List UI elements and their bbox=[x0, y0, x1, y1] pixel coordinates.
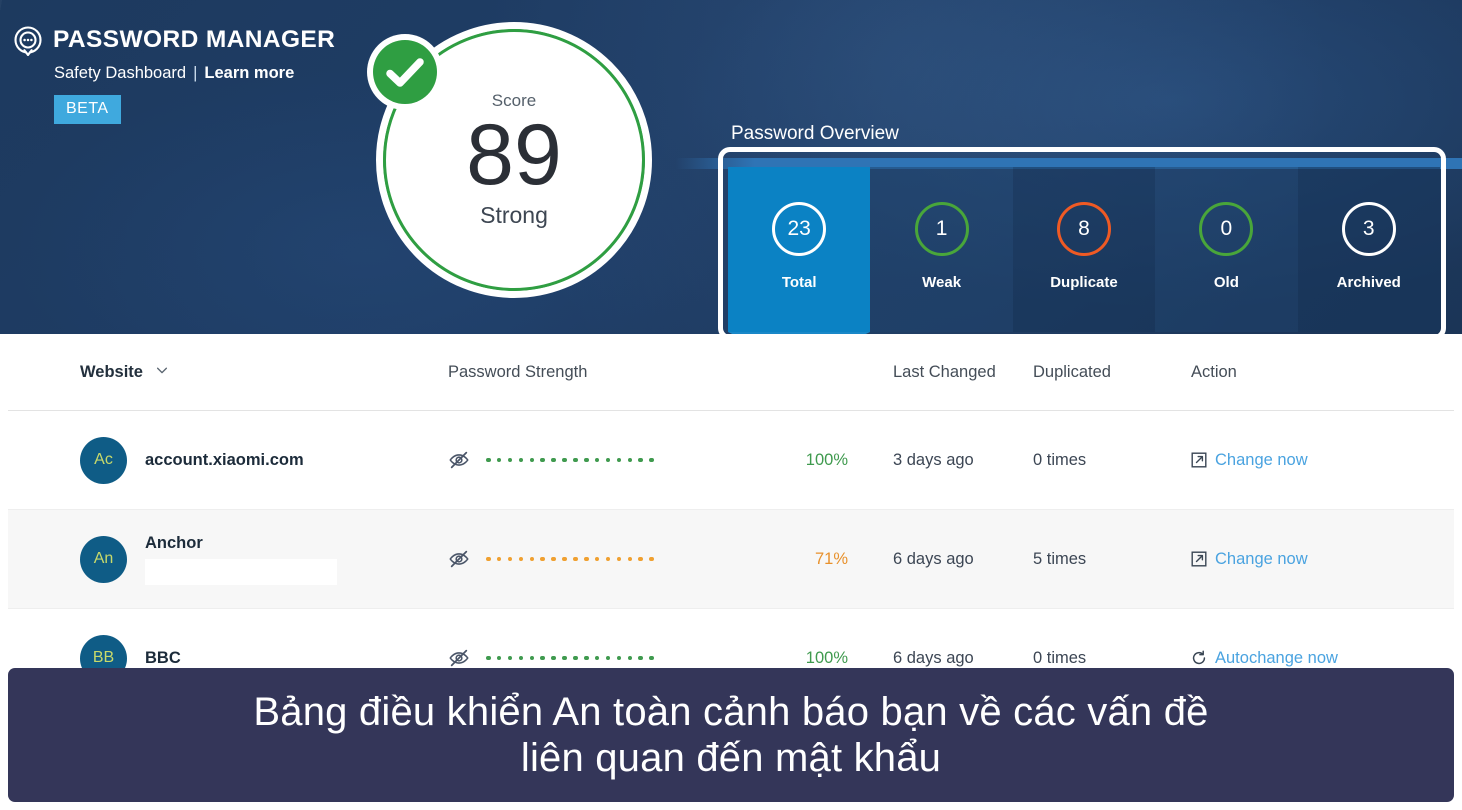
last-changed-value: 6 days ago bbox=[893, 549, 974, 568]
password-mask-dots bbox=[486, 457, 654, 463]
password-overview-tabs: 23 Total 1 Weak 8 Duplicate 0 Old 3 Archived bbox=[728, 167, 1440, 334]
security-score-widget: Score 89 Strong bbox=[367, 22, 652, 298]
cell-strength-percent: 100% bbox=[730, 451, 848, 470]
cell-last-changed: 6 days ago bbox=[848, 550, 1030, 569]
table-row[interactable]: Ac account.xiaomi.com 100% 3 days ago 0 time… bbox=[8, 411, 1454, 510]
password-mask-dots bbox=[486, 556, 654, 562]
cell-last-changed: 6 days ago bbox=[848, 649, 1030, 668]
column-header-duplicated-label: Duplicated bbox=[1033, 362, 1111, 381]
column-header-password-strength: Password Strength bbox=[390, 363, 730, 382]
avatar: An bbox=[80, 535, 127, 583]
refresh-icon bbox=[1191, 650, 1207, 666]
eye-slash-icon[interactable] bbox=[448, 647, 470, 669]
website-name: account.xiaomi.com bbox=[145, 450, 304, 469]
overview-tab-count: 8 bbox=[1056, 202, 1111, 256]
caption-line-2: liên quan đến mật khẩu bbox=[520, 736, 942, 780]
strength-percent: 100% bbox=[805, 648, 848, 667]
action-link-label: Autochange now bbox=[1215, 648, 1338, 667]
overview-tab-old[interactable]: 0 Old bbox=[1155, 167, 1298, 332]
action-link-label: Change now bbox=[1215, 549, 1308, 568]
page-title: PASSWORD MANAGER bbox=[53, 26, 336, 53]
dashboard-header: PASSWORD MANAGER Safety Dashboard | Lear… bbox=[0, 0, 1462, 334]
cell-last-changed: 3 days ago bbox=[848, 451, 1030, 470]
column-header-website-label: Website bbox=[80, 362, 143, 381]
column-header-duplicated: Duplicated bbox=[1030, 363, 1175, 382]
cell-website: An Anchor bbox=[8, 534, 390, 585]
column-header-action: Action bbox=[1175, 363, 1430, 382]
cell-duplicated: 0 times bbox=[1030, 451, 1175, 470]
caption-line-1: Bảng điều khiển An toàn cảnh báo bạn về … bbox=[253, 689, 1209, 734]
column-header-password-strength-label: Password Strength bbox=[448, 362, 588, 381]
safety-dashboard-label: Safety Dashboard bbox=[54, 64, 187, 82]
overview-tab-count: 3 bbox=[1341, 202, 1396, 256]
table-row[interactable]: An Anchor 71% 6 days ago 5 times Change now bbox=[8, 510, 1454, 609]
cell-strength-percent: 100% bbox=[730, 649, 848, 668]
score-state: Strong bbox=[480, 201, 548, 228]
overview-tab-count: 23 bbox=[772, 202, 827, 256]
beta-badge: BETA bbox=[54, 95, 121, 124]
duplicated-value: 5 times bbox=[1033, 549, 1087, 568]
chevron-down-icon[interactable] bbox=[155, 363, 169, 380]
table-body: Ac account.xiaomi.com 100% 3 days ago 0 time… bbox=[0, 411, 1462, 708]
cell-password-strength bbox=[390, 647, 730, 669]
cell-action: Autochange now bbox=[1175, 649, 1430, 668]
password-overview-title: Password Overview bbox=[731, 123, 899, 144]
last-changed-value: 6 days ago bbox=[893, 648, 974, 667]
eye-slash-icon[interactable] bbox=[448, 449, 470, 471]
website-name: BBC bbox=[145, 648, 181, 667]
overview-tab-weak[interactable]: 1 Weak bbox=[870, 167, 1013, 332]
cell-action: Change now bbox=[1175, 451, 1430, 470]
overview-tab-label: Weak bbox=[922, 274, 962, 291]
duplicated-value: 0 times bbox=[1033, 648, 1087, 667]
column-header-last-changed-label: Last Changed bbox=[893, 362, 996, 381]
cell-password-strength bbox=[390, 548, 730, 570]
overview-tab-duplicate[interactable]: 8 Duplicate bbox=[1012, 167, 1156, 332]
overview-tab-count: 0 bbox=[1199, 202, 1254, 256]
column-header-last-changed: Last Changed bbox=[848, 363, 1030, 382]
overview-tab-label: Total bbox=[781, 274, 817, 291]
strength-percent: 71% bbox=[814, 549, 848, 568]
check-circle-icon bbox=[367, 34, 443, 110]
video-caption-banner: Bảng điều khiển An toàn cảnh báo bạn về … bbox=[8, 668, 1454, 802]
eye-slash-icon[interactable] bbox=[448, 548, 470, 570]
last-changed-value: 3 days ago bbox=[893, 450, 974, 469]
table-header-row: Website Password Strength Last Changed D… bbox=[8, 334, 1454, 411]
action-link[interactable]: Autochange now bbox=[1191, 649, 1430, 668]
cell-duplicated: 0 times bbox=[1030, 649, 1175, 668]
strength-percent: 100% bbox=[805, 450, 848, 469]
overview-tab-label: Duplicate bbox=[1050, 274, 1118, 291]
overview-tab-total[interactable]: 23 Total bbox=[728, 167, 871, 334]
column-header-website[interactable]: Website bbox=[8, 363, 390, 382]
overview-tab-count: 1 bbox=[914, 202, 969, 256]
external-link-icon bbox=[1191, 452, 1207, 468]
score-value: 89 bbox=[466, 107, 562, 204]
subtitle-separator: | bbox=[193, 64, 198, 82]
learn-more-link[interactable]: Learn more bbox=[204, 64, 294, 83]
branding-block: PASSWORD MANAGER Safety Dashboard | Lear… bbox=[12, 24, 335, 124]
cell-password-strength bbox=[390, 449, 730, 471]
action-link[interactable]: Change now bbox=[1191, 451, 1430, 470]
duplicated-value: 0 times bbox=[1033, 450, 1087, 469]
brand-row: PASSWORD MANAGER bbox=[12, 24, 336, 57]
action-link-label: Change now bbox=[1215, 450, 1308, 469]
password-mask-dots bbox=[486, 655, 654, 661]
cell-strength-percent: 71% bbox=[730, 550, 848, 569]
website-name: Anchor bbox=[145, 533, 203, 552]
column-header-action-label: Action bbox=[1191, 362, 1237, 381]
action-link[interactable]: Change now bbox=[1191, 550, 1430, 569]
external-link-icon bbox=[1191, 551, 1207, 567]
redaction-box bbox=[145, 558, 337, 585]
overview-tab-archived[interactable]: 3 Archived bbox=[1297, 167, 1440, 332]
overview-tab-label: Archived bbox=[1336, 274, 1401, 291]
subtitle-row: Safety Dashboard | Learn more bbox=[54, 64, 335, 83]
cell-website: Ac account.xiaomi.com bbox=[8, 436, 390, 484]
overview-tab-label: Old bbox=[1213, 274, 1239, 291]
cell-duplicated: 5 times bbox=[1030, 550, 1175, 569]
avatar: Ac bbox=[80, 436, 127, 484]
speech-bubble-dots-icon bbox=[12, 24, 44, 57]
password-table: Website Password Strength Last Changed D… bbox=[0, 334, 1462, 708]
cell-action: Change now bbox=[1175, 550, 1430, 569]
